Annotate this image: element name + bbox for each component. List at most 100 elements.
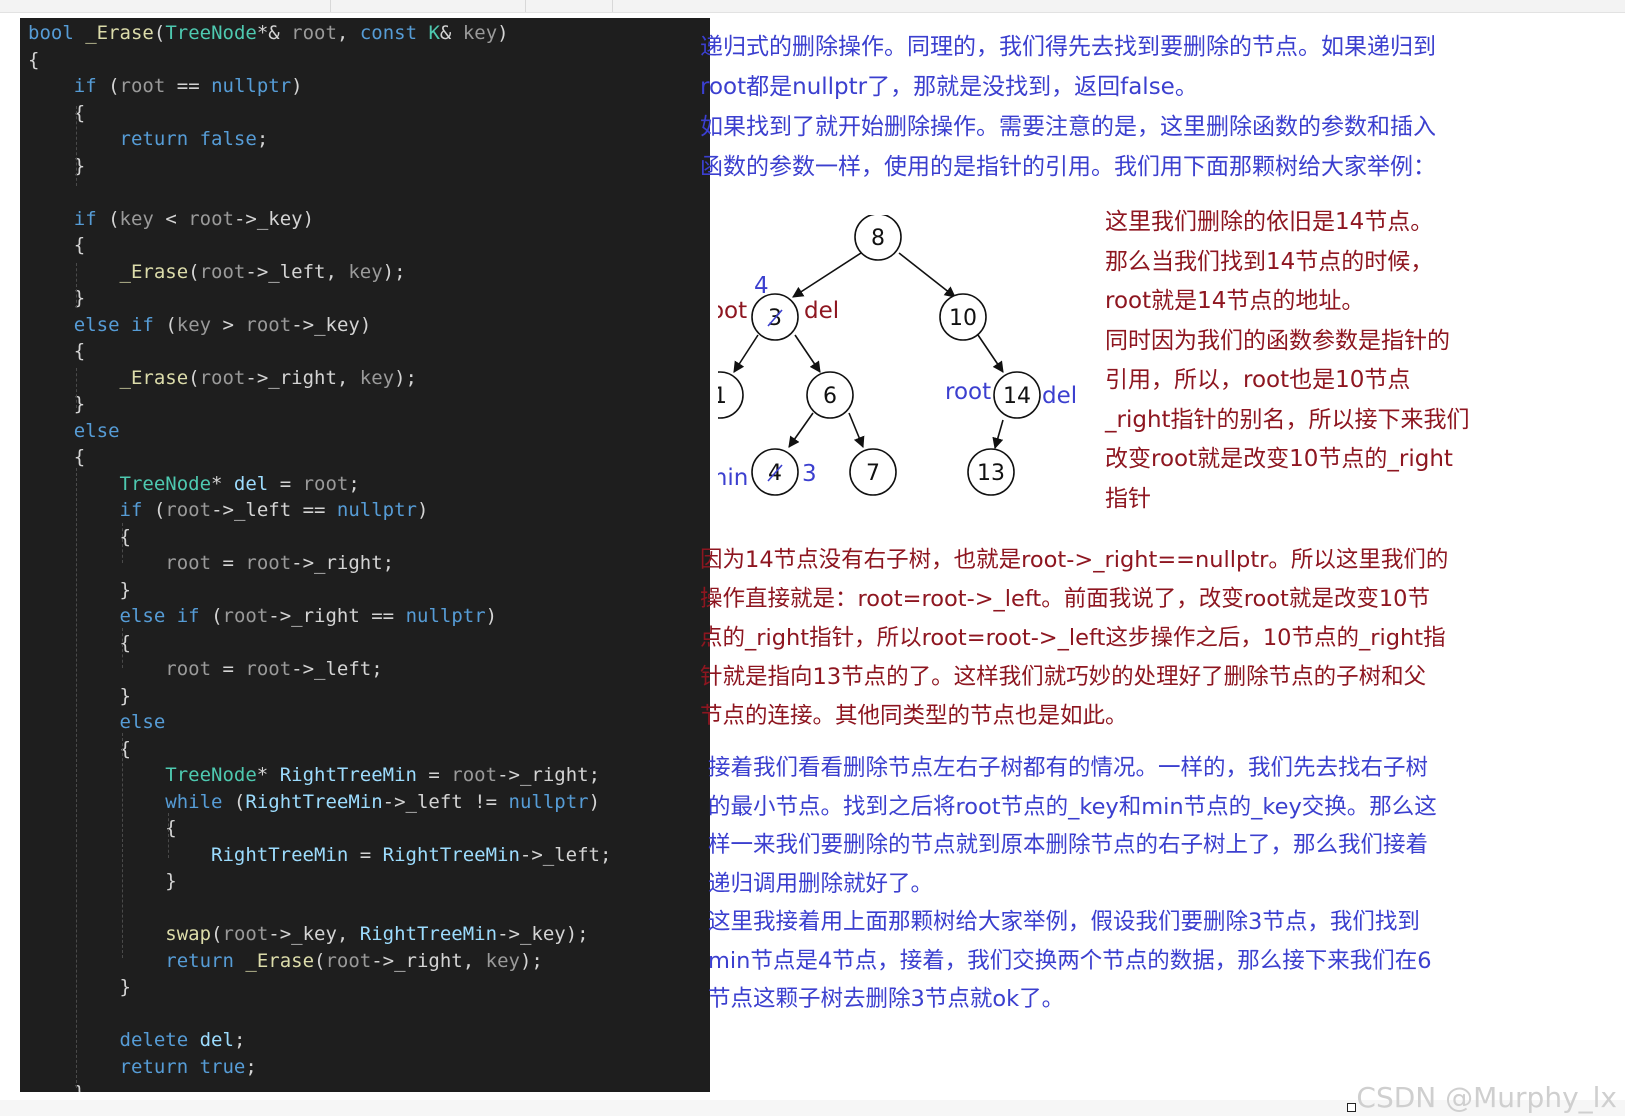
top-toolbar-strip — [0, 0, 1625, 13]
code-token: key — [348, 260, 383, 283]
code-line: if (key < root->_key) — [28, 206, 710, 233]
paragraph-line: 针就是指向13节点的了。这样我们就巧妙的处理好了删除节点的子树和父 — [700, 664, 1427, 690]
code-token: > — [211, 313, 246, 336]
code-line: root = root->_left; — [28, 656, 710, 683]
code-line: else — [28, 709, 710, 736]
side-note-line: 这里我们删除的依旧是14节点。 — [1105, 209, 1434, 235]
code-token: root — [222, 605, 269, 627]
code-line: return true; — [28, 1054, 710, 1081]
code-token: ->_left; — [291, 658, 383, 680]
code-token: else — [119, 711, 166, 733]
indent-guide — [76, 263, 77, 308]
code-line: } — [28, 868, 710, 895]
code-token: RightTreeMin — [382, 843, 520, 866]
indent-guide — [168, 813, 169, 858]
code-token: ( — [142, 499, 166, 521]
code-token: root — [119, 75, 166, 97]
code-token: { — [28, 446, 86, 468]
code-token: RightTreeMin — [245, 790, 383, 813]
code-token: = — [211, 552, 246, 574]
code-line: if (root->_left == nullptr) — [28, 497, 710, 524]
code-token: key — [119, 207, 154, 230]
code-token: RightTreeMin — [279, 764, 417, 786]
paragraph-line: 节点的连接。其他同类型的节点也是如此。 — [700, 703, 1128, 729]
intro-line: 如果找到了就开始删除操作。需要注意的是，这里删除函数的参数和插入 — [700, 114, 1436, 140]
code-token: else — [73, 313, 120, 336]
paragraph-line: 操作直接就是：root=root->_left。前面我说了，改变root就是改变… — [700, 586, 1430, 612]
code-token: root — [199, 260, 246, 283]
code-token: ->_left; — [519, 843, 612, 866]
code-token: K — [428, 22, 440, 44]
code-token: return — [119, 128, 189, 150]
code-token: root — [302, 472, 349, 495]
code-token: TreeNode — [165, 22, 257, 44]
intro-line: 递归式的删除操作。同理的，我们得先去找到要删除的节点。如果递归到 — [700, 34, 1436, 60]
code-line: else if (root->_right == nullptr) — [28, 603, 710, 630]
side-note-line: 同时因为我们的函数参数是指针的 — [1105, 327, 1450, 354]
code-token: { — [28, 737, 131, 760]
side-note-line: 引用，所以，root也是10节点 — [1105, 367, 1411, 393]
code-token: root — [245, 313, 292, 336]
paragraph-line: 节点这颗子树去删除3节点就ok了。 — [708, 986, 1065, 1012]
code-token: * — [256, 764, 280, 786]
code-token: ( — [96, 75, 120, 97]
code-token: ( — [153, 22, 166, 44]
node-label: 1 — [718, 384, 727, 409]
intro-line: root都是nullptr了，那就是没找到，返回false。 — [700, 74, 1198, 100]
code-token: ); — [394, 366, 417, 389]
code-line: return _Erase(root->_right, key); — [28, 948, 710, 975]
code-token: _Erase — [245, 949, 315, 972]
explanation-paragraph-red: 因为14节点没有右子树，也就是root->_right==nullptr。所以这… — [700, 541, 1448, 736]
code-token: return — [165, 949, 234, 972]
indent-guide — [76, 468, 77, 1088]
side-note-line: 指针 — [1105, 485, 1151, 512]
code-line: RightTreeMin = RightTreeMin->_left; — [28, 842, 710, 869]
resize-handle[interactable] — [1347, 1103, 1356, 1112]
code-line: root = root->_right; — [28, 550, 710, 577]
code-token: ) — [485, 605, 498, 627]
code-token: root — [165, 552, 212, 574]
root-label: root — [718, 298, 747, 324]
code-token: ( — [153, 313, 177, 336]
indent-guide — [122, 523, 123, 563]
code-token: del — [199, 1029, 234, 1051]
code-token: } — [28, 870, 177, 892]
code-token: key — [176, 313, 212, 336]
watermark: CSDN @Murphy_lx — [1356, 1081, 1617, 1114]
code-token: if — [73, 207, 97, 230]
code-line: _Erase(root->_left, key); — [28, 259, 710, 286]
code-token: * — [211, 472, 234, 495]
code-token: RightTreeMin — [359, 923, 498, 945]
explanation-paragraph-blue: 接着我们看看删除节点左右子树都有的情况。一样的，我们先去找右子树 的最小节点。找… — [708, 749, 1437, 1019]
code-token: = — [416, 764, 452, 786]
code-token: ->_key) — [291, 313, 372, 336]
code-token: if — [130, 313, 154, 336]
code-token: = — [268, 472, 303, 495]
code-token: ) — [416, 499, 429, 521]
code-token: } — [28, 684, 131, 707]
node-label: 13 — [977, 461, 1005, 486]
code-token: root — [291, 22, 337, 44]
paragraph-line: min节点是4节点，接着，我们交换两个节点的数据，那么接下来我们在6 — [708, 947, 1432, 974]
code-token: ) — [291, 75, 303, 97]
code-token: ( — [96, 207, 120, 230]
paragraph-line: 因为14节点没有右子树，也就是root->_right==nullptr。所以这… — [700, 547, 1449, 573]
code-token: key — [462, 22, 498, 44]
code-line: } — [28, 974, 710, 1001]
code-token: ( — [211, 923, 223, 945]
code-token: ->_left, — [245, 260, 349, 283]
code-token: ; — [256, 128, 269, 150]
code-token: root — [188, 207, 234, 230]
code-token: { — [28, 234, 86, 256]
